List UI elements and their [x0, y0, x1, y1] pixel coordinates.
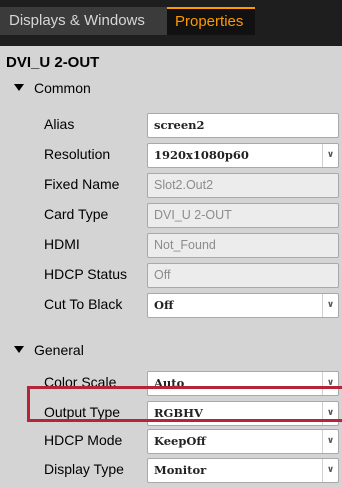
card-type-field: DVI_U 2-OUT [147, 203, 339, 228]
row-hdcp-status: HDCP Status Off [0, 260, 342, 290]
row-resolution: Resolution 1920x1080p60 ∨ [0, 140, 342, 170]
chevron-down-icon[interactable]: ∨ [322, 294, 338, 317]
section-general-label: General [34, 342, 84, 358]
alias-field[interactable]: screen2 [147, 113, 339, 138]
section-general-header[interactable]: General [14, 342, 84, 358]
highlight-box [27, 386, 342, 422]
section-common-header[interactable]: Common [14, 80, 91, 96]
resolution-value: 1920x1080p60 [154, 148, 249, 162]
hdmi-label: HDMI [44, 236, 80, 252]
tab-displays-windows[interactable]: Displays & Windows [0, 7, 167, 35]
collapse-triangle-icon [14, 346, 24, 353]
display-type-dropdown[interactable]: Monitor ∨ [147, 458, 339, 483]
display-type-value: Monitor [154, 463, 207, 477]
row-display-type: Display Type Monitor ∨ [0, 455, 342, 485]
hdmi-field: Not_Found [147, 233, 339, 258]
cut-to-black-dropdown[interactable]: Off ∨ [147, 293, 339, 318]
row-alias: Alias screen2 [0, 110, 342, 140]
tab-bar: Displays & Windows Properties [0, 0, 342, 46]
device-title: DVI_U 2-OUT [6, 54, 100, 71]
row-fixed-name: Fixed Name Slot2.Out2 [0, 170, 342, 200]
chevron-down-icon[interactable]: ∨ [322, 459, 338, 482]
section-common-label: Common [34, 80, 91, 96]
card-type-label: Card Type [44, 206, 109, 222]
resolution-dropdown[interactable]: 1920x1080p60 ∨ [147, 143, 339, 168]
hdcp-status-field: Off [147, 263, 339, 288]
cut-to-black-value: Off [154, 298, 174, 312]
row-card-type: Card Type DVI_U 2-OUT [0, 200, 342, 230]
row-hdcp-mode: HDCP Mode KeepOff ∨ [0, 426, 342, 456]
hdcp-mode-value: KeepOff [154, 434, 206, 448]
fixed-name-label: Fixed Name [44, 176, 120, 192]
alias-label: Alias [44, 116, 75, 132]
hdcp-status-label: HDCP Status [44, 266, 127, 282]
cut-to-black-label: Cut To Black [44, 296, 123, 312]
chevron-down-icon[interactable]: ∨ [322, 430, 338, 453]
chevron-down-icon[interactable]: ∨ [322, 144, 338, 167]
hdcp-mode-dropdown[interactable]: KeepOff ∨ [147, 429, 339, 454]
resolution-label: Resolution [44, 146, 111, 162]
row-hdmi: HDMI Not_Found [0, 230, 342, 260]
row-cut-to-black: Cut To Black Off ∨ [0, 290, 342, 320]
display-type-label: Display Type [44, 461, 124, 477]
collapse-triangle-icon [14, 84, 24, 91]
tab-properties[interactable]: Properties [167, 7, 255, 35]
hdcp-mode-label: HDCP Mode [44, 432, 123, 448]
fixed-name-field: Slot2.Out2 [147, 173, 339, 198]
